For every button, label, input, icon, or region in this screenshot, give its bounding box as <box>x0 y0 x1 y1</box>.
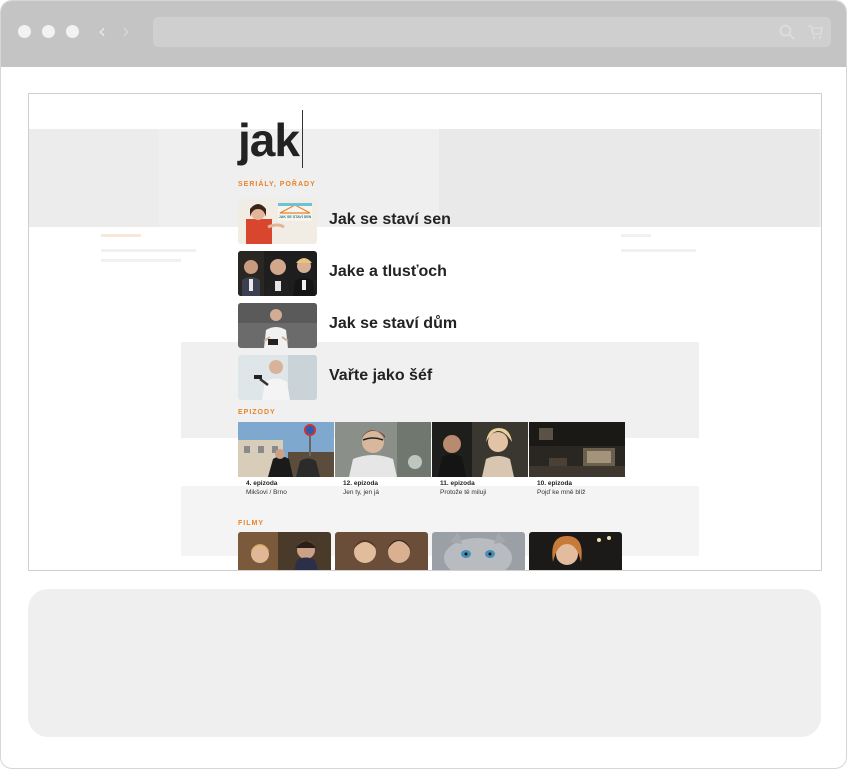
section-label-shows: SERIÁLY, POŘADY <box>238 181 316 188</box>
episode-name: Mikšovi / Brno <box>246 489 287 496</box>
cart-icon[interactable] <box>807 24 823 40</box>
window-zoom-button[interactable] <box>66 25 79 38</box>
episode-result-item[interactable]: 4. epizoda Mikšovi / Brno <box>238 422 334 502</box>
episode-name: Pojď ke mně blíž <box>537 489 586 496</box>
background-line <box>101 259 181 262</box>
window-minimize-button[interactable] <box>42 25 55 38</box>
show-thumbnail: JAK SE STAVÍ SEN <box>238 199 317 244</box>
browser-window: ‹ › jak SERIÁLY, POŘADY JAK SE STAVÍ SEN… <box>0 0 847 769</box>
film-thumbnail <box>432 532 525 570</box>
episode-result-item[interactable]: 10. epizoda Pojď ke mně blíž <box>529 422 625 502</box>
address-bar[interactable] <box>153 17 831 47</box>
empty-content-panel <box>28 589 821 737</box>
film-result-item[interactable] <box>238 532 331 570</box>
episode-number: 10. epizoda <box>537 480 573 487</box>
search-query-text[interactable]: jak <box>238 112 300 168</box>
background-line <box>101 234 141 237</box>
film-result-item[interactable] <box>529 532 622 570</box>
episode-number: 11. epizoda <box>440 480 475 487</box>
search-icon[interactable] <box>779 24 795 40</box>
film-thumbnail <box>238 532 331 570</box>
show-title: Jak se staví dům <box>329 315 458 332</box>
show-title: Jak se staví sen <box>329 211 451 228</box>
episode-thumbnail <box>335 422 431 477</box>
background-line <box>101 249 196 252</box>
show-thumbnail <box>238 303 317 348</box>
text-caret <box>302 110 303 168</box>
episode-number: 4. epizoda <box>246 480 278 487</box>
show-result-item[interactable]: Jake a tlusťoch <box>238 251 638 297</box>
episode-thumbnail <box>529 422 625 477</box>
window-close-button[interactable] <box>18 25 31 38</box>
episode-number: 12. epizoda <box>343 480 379 487</box>
film-thumbnail <box>529 532 622 570</box>
chevron-left-icon[interactable]: ‹ <box>98 21 106 41</box>
page-viewport: jak SERIÁLY, POŘADY JAK SE STAVÍ SEN Jak… <box>28 93 822 571</box>
episode-thumbnail <box>432 422 528 477</box>
show-thumbnail <box>238 251 317 296</box>
episode-name: Protože tě miluji <box>440 489 487 496</box>
episode-result-item[interactable]: 11. epizoda Protože tě miluji <box>432 422 528 502</box>
show-title: Vařte jako šéf <box>329 367 433 384</box>
show-result-item[interactable]: JAK SE STAVÍ SEN Jak se staví sen <box>238 199 638 245</box>
show-thumb-text: JAK SE STAVÍ SEN <box>279 214 312 219</box>
chevron-right-icon[interactable]: › <box>122 21 130 41</box>
section-label-episodes: EPIZODY <box>238 409 276 416</box>
show-result-item[interactable]: Jak se staví dům <box>238 303 638 349</box>
show-result-item[interactable]: Vařte jako šéf <box>238 355 638 401</box>
episode-name: Jen ty, jen já <box>343 489 380 496</box>
film-result-item[interactable] <box>432 532 525 570</box>
section-label-films: FILMY <box>238 520 264 527</box>
browser-titlebar: ‹ › <box>1 1 846 67</box>
film-result-item[interactable] <box>335 532 428 570</box>
episode-result-item[interactable]: 12. epizoda Jen ty, jen já <box>335 422 431 502</box>
film-thumbnail <box>335 532 428 570</box>
show-thumbnail <box>238 355 317 400</box>
episode-thumbnail <box>238 422 334 477</box>
show-title: Jake a tlusťoch <box>329 263 447 280</box>
